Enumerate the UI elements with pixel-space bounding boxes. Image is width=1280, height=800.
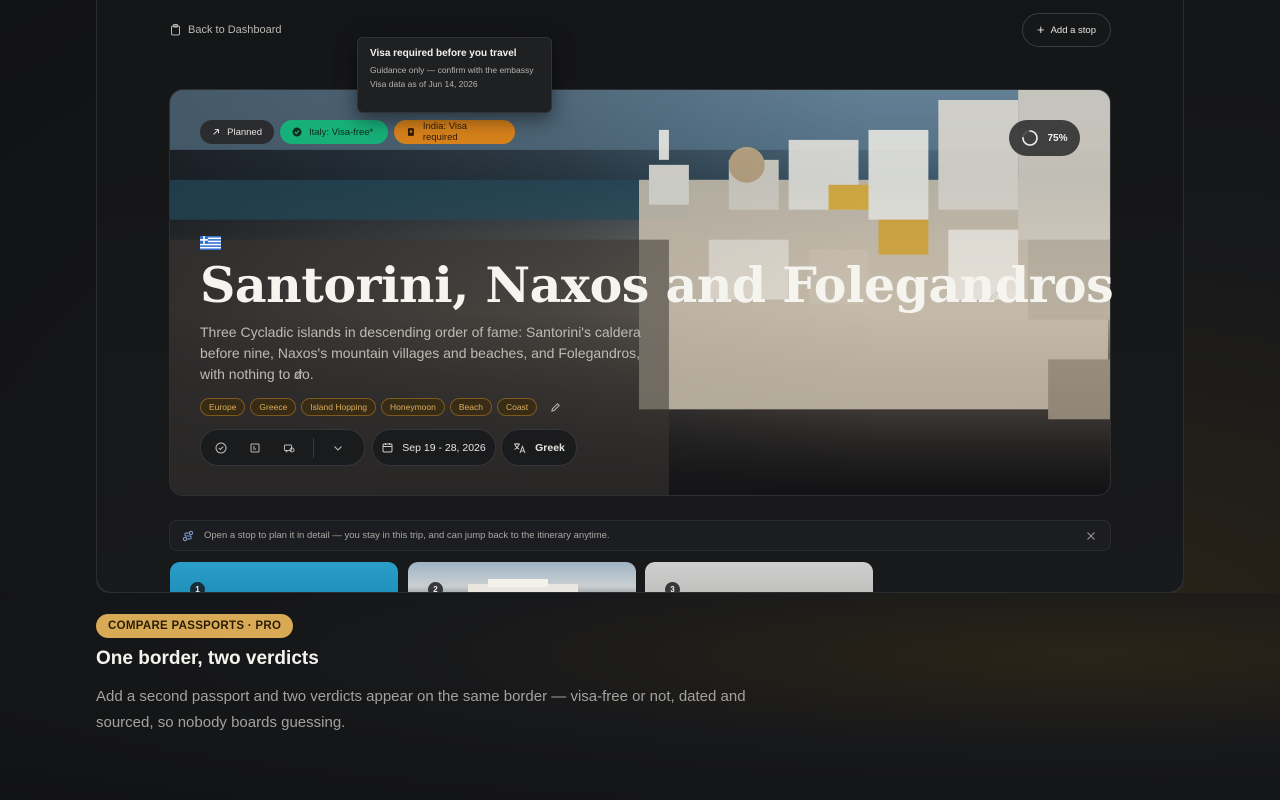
check-circle-outline-icon[interactable] [215,442,227,454]
visa-tooltip: Visa required before you travel Guidance… [357,37,552,113]
status-chip-label: Planned [227,126,262,138]
visa-chip-italy[interactable]: Italy: Visa-free* [280,120,388,144]
check-circle-icon [292,127,302,137]
calendar-icon [382,443,393,453]
trip-dates-label: Sep 19 - 28, 2026 [402,441,486,454]
frame-bottom-edge [96,580,1184,593]
trip-actions [200,429,365,466]
edit-title-icon[interactable] [988,290,1000,302]
translate-icon [514,442,526,453]
add-stop-label: Add a stop [1050,24,1096,36]
hint-text: Open a stop to plan it in detail — you s… [204,530,610,541]
status-chip-planned[interactable]: Planned [200,120,274,144]
passport-icon [407,128,414,136]
tag-europe[interactable]: Europe [200,398,246,416]
trip-tags: Europe Greece Island Hopping Honeymoon B… [200,398,561,416]
chevron-down-icon[interactable] [332,442,344,454]
stop-hint-banner: Open a stop to plan it in detail — you s… [169,520,1111,551]
edit-description-icon[interactable] [293,369,304,380]
tag-greece[interactable]: Greece [250,398,297,416]
tag-beach[interactable]: Beach [449,398,492,416]
back-to-dashboard-link[interactable]: Back to Dashboard [170,22,282,38]
plus-icon: + [1036,22,1045,37]
trip-progress: 75% [1009,120,1080,156]
close-icon[interactable] [1086,531,1096,541]
tag-coast[interactable]: Coast [496,398,538,416]
visa-chip-italy-label: Italy: Visa-free* [309,126,374,138]
route-icon [182,530,194,541]
trip-description: Three Cycladic islands in descending ord… [200,324,641,382]
trip-dates-button[interactable]: Sep 19 - 28, 2026 [372,429,496,466]
visa-chip-india[interactable]: India: Visa required [394,120,515,144]
progress-value: 75% [1047,132,1068,144]
trip-title: Santorini, Naxos and Folegandros [200,256,1114,314]
tooltip-title: Visa required before you travel [370,48,517,59]
language-label: Greek [535,441,565,454]
pro-feature-badge: COMPARE PASSPORTS · PRO [96,614,294,638]
add-stop-button[interactable]: + Add a stop [1022,13,1111,47]
tag-island-hopping[interactable]: Island Hopping [301,398,377,416]
tooltip-date: Visa data as of Jun 14, 2026 [370,79,478,89]
feature-description: Add a second passport and two verdicts a… [96,688,746,731]
tooltip-guidance: Guidance only — confirm with the embassy [370,65,534,75]
back-icon [171,24,180,36]
progress-ring-icon [1022,130,1039,146]
visa-chip-india-label: India: Visa required [422,121,468,143]
arrow-up-right-icon [213,129,219,135]
document-icon[interactable] [249,442,261,454]
feature-title: One border, two verdicts [96,648,319,669]
language-button[interactable]: Greek [501,429,577,466]
greece-flag-icon [200,236,221,250]
edit-tags-icon[interactable] [550,402,561,413]
tag-honeymoon[interactable]: Honeymoon [381,398,445,416]
back-label: Back to Dashboard [188,24,282,36]
actions-divider [313,437,314,458]
transport-icon[interactable] [283,442,295,454]
